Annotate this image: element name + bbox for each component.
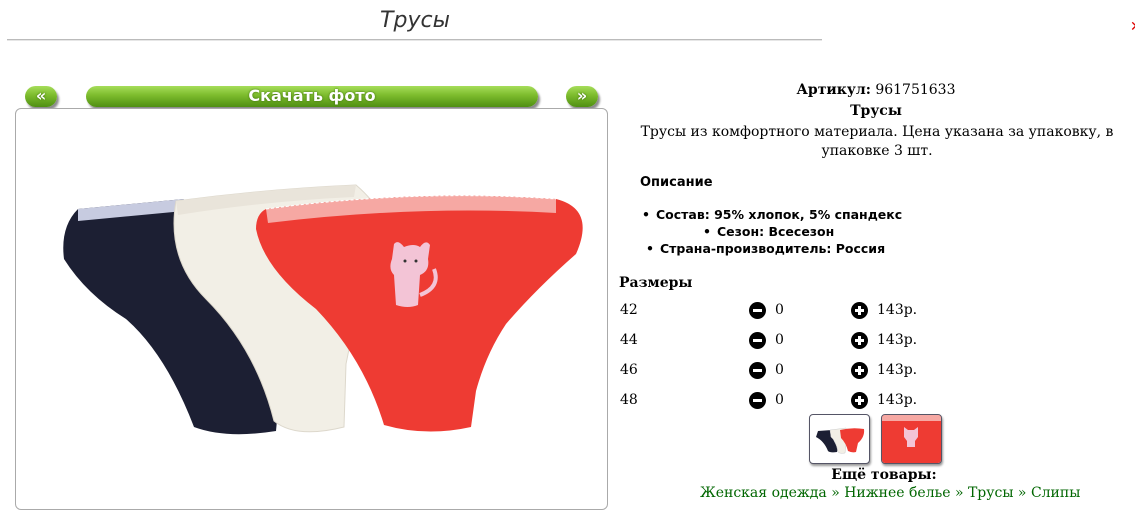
prev-photo-button[interactable]: « bbox=[25, 86, 57, 107]
size-price: 143р. bbox=[877, 392, 918, 408]
size-quantity: 0 bbox=[775, 302, 784, 318]
size-row: 44 0 143р. bbox=[618, 332, 1134, 352]
plus-icon[interactable] bbox=[851, 392, 868, 409]
product-name: Трусы bbox=[850, 103, 902, 119]
property-item: Состав: 95% хлопок, 5% спандекс bbox=[642, 206, 902, 223]
download-photo-button[interactable]: Скачать фото bbox=[86, 86, 538, 107]
size-quantity: 0 bbox=[775, 332, 784, 348]
minus-icon[interactable] bbox=[749, 392, 766, 409]
close-icon[interactable]: ✕ bbox=[1130, 20, 1135, 34]
product-photo bbox=[15, 108, 608, 510]
size-label: 44 bbox=[620, 332, 638, 348]
size-quantity: 0 bbox=[775, 362, 784, 378]
plus-icon[interactable] bbox=[851, 362, 868, 379]
plus-icon[interactable] bbox=[851, 332, 868, 349]
plus-icon[interactable] bbox=[851, 302, 868, 319]
size-row: 42 0 143р. bbox=[618, 302, 1134, 322]
size-label: 42 bbox=[620, 302, 638, 318]
minus-icon[interactable] bbox=[749, 362, 766, 379]
description-heading: Описание bbox=[640, 175, 713, 190]
title-divider bbox=[7, 39, 822, 41]
minus-icon[interactable] bbox=[749, 302, 766, 319]
product-description: Трусы из комфортного материала. Цена ука… bbox=[640, 124, 1114, 159]
article-label: Артикул: bbox=[796, 82, 871, 98]
thumbnail-image bbox=[816, 427, 865, 454]
photo-thumbnail-active[interactable] bbox=[881, 414, 942, 464]
thumbnail-image bbox=[882, 415, 941, 463]
size-row: 46 0 143р. bbox=[618, 362, 1134, 382]
article-line: Артикул: 961751633 bbox=[618, 82, 1134, 98]
category-breadcrumb[interactable]: Женская одежда » Нижнее белье » Трусы » … bbox=[700, 485, 1100, 501]
sizes-heading: Размеры bbox=[619, 275, 693, 291]
size-price: 143р. bbox=[877, 302, 918, 318]
next-photo-button[interactable]: » bbox=[566, 86, 598, 107]
property-item: Сезон: Всесезон bbox=[703, 223, 834, 240]
article-value: 961751633 bbox=[875, 82, 956, 98]
photo-thumbnail[interactable] bbox=[809, 414, 870, 464]
size-price: 143р. bbox=[877, 362, 918, 378]
property-item: Страна-производитель: Россия bbox=[646, 240, 885, 257]
minus-icon[interactable] bbox=[749, 332, 766, 349]
size-price: 143р. bbox=[877, 332, 918, 348]
size-label: 46 bbox=[620, 362, 638, 378]
size-quantity: 0 bbox=[775, 392, 784, 408]
size-row: 48 0 143р. bbox=[618, 392, 1134, 412]
size-label: 48 bbox=[620, 392, 638, 408]
more-products-heading: Ещё товары: bbox=[831, 467, 937, 483]
product-photo-illustration bbox=[63, 184, 583, 435]
page-title: Трусы bbox=[380, 8, 450, 33]
